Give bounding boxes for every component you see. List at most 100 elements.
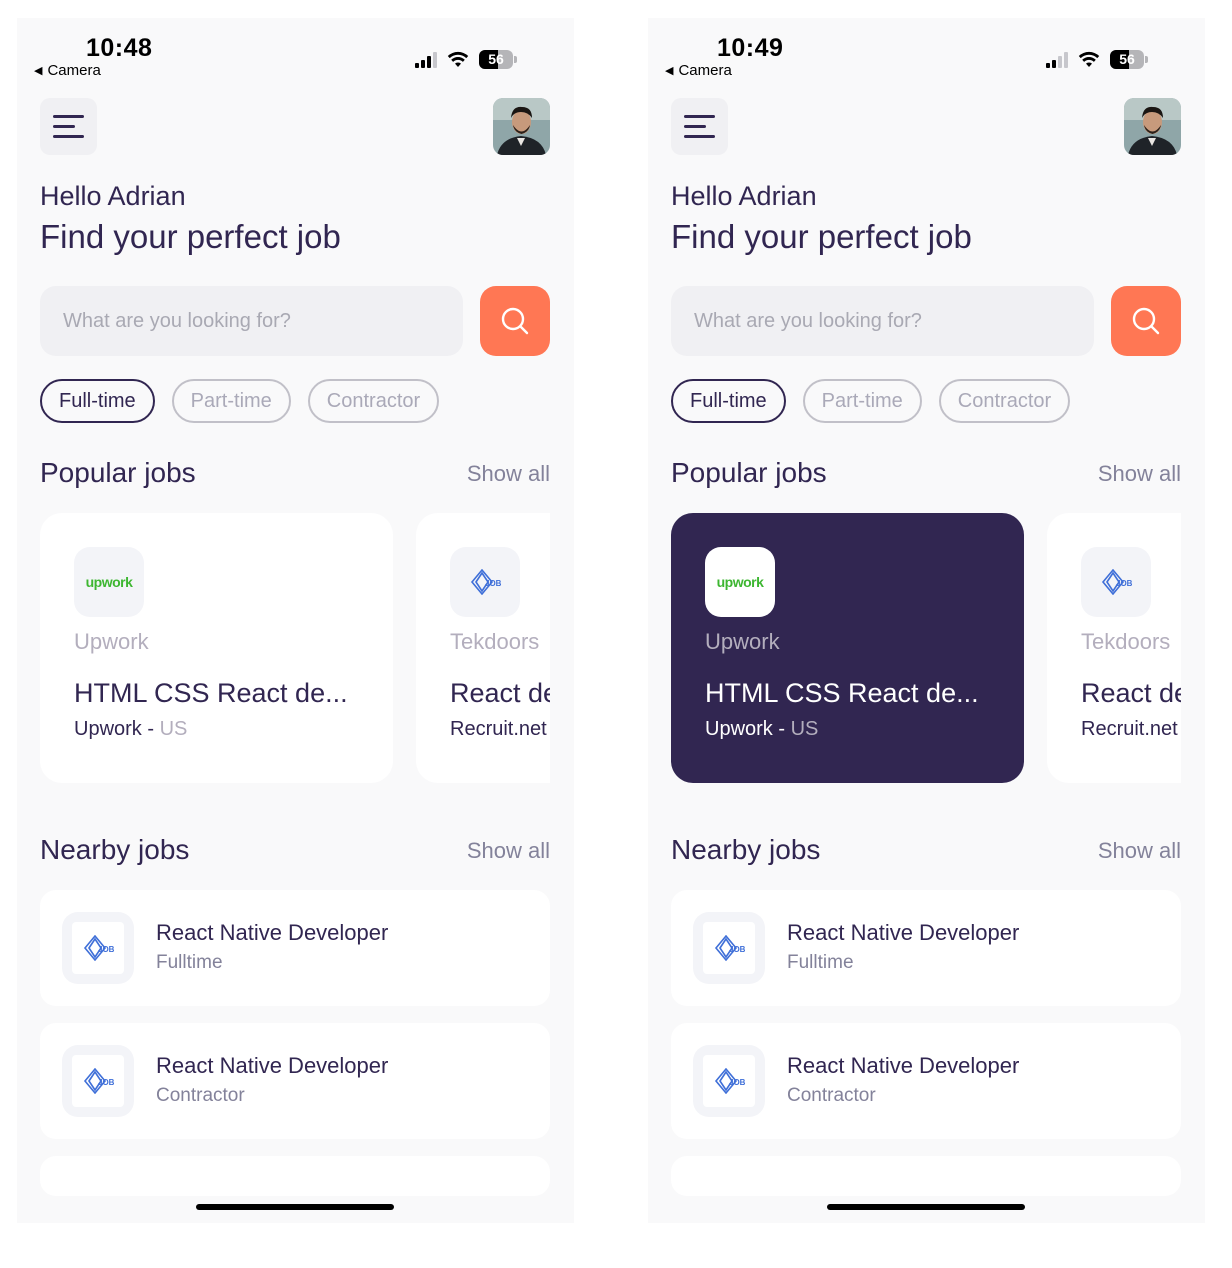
- status-time: 10:49: [717, 34, 784, 62]
- chip-full-time[interactable]: Full-time: [40, 379, 155, 423]
- popular-show-all-link[interactable]: Show all: [1098, 461, 1181, 487]
- popular-job-card-selected[interactable]: upwork Upwork HTML CSS React de... Upwor…: [671, 513, 1024, 783]
- job-meta: Recruit.net: [1081, 718, 1181, 741]
- nearby-show-all-link[interactable]: Show all: [1098, 838, 1181, 864]
- company-logo: JOB: [1081, 547, 1151, 617]
- back-to-camera[interactable]: ◀ Camera: [34, 62, 101, 79]
- battery-icon: 56: [479, 50, 517, 69]
- popular-job-card[interactable]: upwork Upwork HTML CSS React de... Upwor…: [40, 513, 393, 783]
- page-title: Find your perfect job: [40, 218, 341, 255]
- popular-jobs-carousel[interactable]: upwork Upwork HTML CSS React de... Upwor…: [40, 513, 550, 783]
- nearby-job-item[interactable]: JOB React Native Developer Contractor: [671, 1023, 1181, 1139]
- back-arrow-icon: ◀: [665, 65, 674, 77]
- home-indicator[interactable]: [196, 1204, 394, 1210]
- svg-text:JOB: JOB: [1116, 579, 1133, 588]
- menu-icon: [53, 115, 84, 118]
- company-logo: JOB: [62, 1045, 134, 1117]
- nearby-job-item[interactable]: JOB React Native Developer Contractor: [40, 1023, 550, 1139]
- job-title: React Native Developer: [787, 1053, 1020, 1078]
- job-publisher: Recruit.net: [450, 718, 547, 740]
- job-type-chips: Full-time Part-time Contractor: [40, 379, 440, 423]
- chip-part-time[interactable]: Part-time: [802, 379, 922, 423]
- job-location: US: [790, 718, 819, 740]
- menu-button[interactable]: [40, 98, 97, 155]
- search-input[interactable]: What are you looking for?: [671, 286, 1094, 356]
- upwork-logo: upwork: [716, 574, 764, 590]
- company-logo: JOB: [693, 1045, 765, 1117]
- job-publisher: Recruit.net: [1081, 718, 1178, 740]
- job-title: HTML CSS React de...: [74, 678, 348, 708]
- wifi-icon: [1078, 51, 1100, 67]
- search-icon: [501, 307, 529, 335]
- greeting: Hello Adrian: [40, 181, 186, 211]
- search-button[interactable]: [480, 286, 550, 356]
- page-title: Find your perfect job: [671, 218, 972, 255]
- nearby-show-all-link[interactable]: Show all: [467, 838, 550, 864]
- job-logo-icon: JOB: [714, 935, 746, 961]
- profile-avatar[interactable]: [1124, 98, 1181, 155]
- company-logo: JOB: [450, 547, 520, 617]
- search-icon: [1132, 307, 1160, 335]
- job-title: React de: [450, 678, 550, 708]
- popular-show-all-link[interactable]: Show all: [467, 461, 550, 487]
- popular-jobs-title: Popular jobs: [40, 457, 196, 488]
- greeting: Hello Adrian: [671, 181, 817, 211]
- back-app-label: Camera: [678, 62, 732, 79]
- job-type: Fulltime: [787, 952, 854, 973]
- job-type: Fulltime: [156, 952, 223, 973]
- job-logo-icon: JOB: [470, 569, 502, 595]
- company-name: Upwork: [705, 629, 780, 654]
- svg-text:JOB: JOB: [485, 579, 502, 588]
- nearby-job-item[interactable]: JOB React Native Developer Fulltime: [40, 890, 550, 1006]
- nearby-job-item[interactable]: [40, 1156, 550, 1196]
- job-meta: Upwork - US: [74, 718, 393, 741]
- job-publisher: Upwork: [705, 718, 773, 740]
- svg-text:JOB: JOB: [98, 945, 115, 954]
- company-logo: upwork: [705, 547, 775, 617]
- search-button[interactable]: [1111, 286, 1181, 356]
- popular-job-card[interactable]: JOB Tekdoors React de Recruit.net: [416, 513, 550, 783]
- back-arrow-icon: ◀: [34, 65, 43, 77]
- battery-icon: 56: [1110, 50, 1148, 69]
- job-logo-icon: JOB: [83, 1068, 115, 1094]
- battery-level: 56: [488, 51, 504, 67]
- back-to-camera[interactable]: ◀ Camera: [665, 62, 732, 79]
- home-indicator[interactable]: [827, 1204, 1025, 1210]
- phone-screen-1: 10:48 ◀ Camera 56 Hello Adrian Find your…: [17, 18, 574, 1223]
- nearby-jobs-title: Nearby jobs: [40, 834, 190, 865]
- job-title: HTML CSS React de...: [705, 678, 979, 708]
- job-type-chips: Full-time Part-time Contractor: [671, 379, 1071, 423]
- company-logo: upwork: [74, 547, 144, 617]
- meta-separator: -: [772, 718, 791, 740]
- menu-button[interactable]: [671, 98, 728, 155]
- popular-jobs-carousel[interactable]: upwork Upwork HTML CSS React de... Upwor…: [671, 513, 1181, 783]
- upwork-logo: upwork: [85, 574, 133, 590]
- svg-text:JOB: JOB: [98, 1078, 115, 1087]
- popular-jobs-title: Popular jobs: [671, 457, 827, 488]
- job-publisher: Upwork: [74, 718, 142, 740]
- job-meta: Upwork - US: [705, 718, 1024, 741]
- cellular-signal-icon: [1046, 51, 1068, 68]
- nearby-job-item[interactable]: [671, 1156, 1181, 1196]
- company-logo: JOB: [693, 912, 765, 984]
- phone-screen-2: 10:49 ◀ Camera 56 Hello Adrian Find your…: [648, 18, 1205, 1223]
- search-input[interactable]: What are you looking for?: [40, 286, 463, 356]
- nearby-job-item[interactable]: JOB React Native Developer Fulltime: [671, 890, 1181, 1006]
- nearby-jobs-title: Nearby jobs: [671, 834, 821, 865]
- status-icons: 56: [1046, 50, 1148, 69]
- popular-job-card[interactable]: JOB Tekdoors React de Recruit.net: [1047, 513, 1181, 783]
- job-logo-icon: JOB: [83, 935, 115, 961]
- job-meta: Recruit.net: [450, 718, 550, 741]
- chip-part-time[interactable]: Part-time: [171, 379, 291, 423]
- svg-text:JOB: JOB: [729, 945, 746, 954]
- job-location: US: [159, 718, 188, 740]
- job-type: Contractor: [156, 1085, 245, 1106]
- cellular-signal-icon: [415, 51, 437, 68]
- chip-contractor[interactable]: Contractor: [938, 379, 1071, 423]
- wifi-icon: [447, 51, 469, 67]
- battery-level: 56: [1119, 51, 1135, 67]
- profile-avatar[interactable]: [493, 98, 550, 155]
- chip-full-time[interactable]: Full-time: [671, 379, 786, 423]
- status-time: 10:48: [86, 34, 153, 62]
- chip-contractor[interactable]: Contractor: [307, 379, 440, 423]
